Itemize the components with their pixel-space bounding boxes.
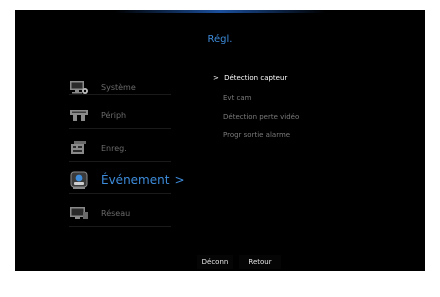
sidebar-item-label: Système	[101, 82, 136, 92]
submenu-item-detection-perte-video[interactable]: Détection perte vidéo	[223, 113, 299, 121]
menu-divider	[69, 94, 171, 95]
menu-divider	[69, 226, 171, 227]
sidebar-item-label: Réseau	[101, 208, 131, 218]
sidebar-item-systeme[interactable]: Système	[69, 74, 136, 100]
sidebar-item-reseau[interactable]: Réseau	[69, 200, 130, 226]
submenu-item-label: Evt cam	[223, 94, 252, 102]
sidebar-item-periph[interactable]: Périph	[69, 102, 126, 128]
menu-divider	[69, 128, 171, 129]
recording-icon	[69, 138, 89, 158]
sidebar-item-evenement[interactable]: Événement >	[69, 167, 185, 193]
active-marker-icon: >	[174, 173, 185, 187]
network-icon	[69, 203, 89, 223]
page-title: Régl.	[207, 34, 233, 45]
menu-divider	[69, 161, 171, 162]
submenu-item-detection-capteur[interactable]: > Détection capteur	[213, 74, 287, 82]
sidebar-item-enreg[interactable]: Enreg.	[69, 135, 127, 161]
submenu-item-progr-sortie-alarme[interactable]: Progr sortie alarme	[223, 131, 290, 139]
device-icon	[69, 105, 89, 125]
submenu-item-label: Détection capteur	[224, 74, 288, 82]
submenu-item-label: Progr sortie alarme	[223, 131, 291, 139]
top-glow-bar	[115, 10, 325, 13]
chevron-right-icon: >	[213, 74, 219, 82]
sidebar-item-label: Enreg.	[101, 143, 127, 153]
submenu-item-evt-cam[interactable]: Evt cam	[223, 94, 252, 102]
nvr-screen: Régl. Système Périph Enreg. Événement > …	[15, 10, 425, 271]
submenu-item-label: Détection perte vidéo	[223, 113, 300, 121]
menu-divider	[69, 193, 171, 194]
sidebar-item-label: Périph	[101, 110, 127, 120]
back-button[interactable]: Retour	[239, 255, 281, 269]
event-icon	[69, 170, 89, 190]
disconnect-button[interactable]: Déconn	[197, 255, 233, 269]
sidebar-item-label: Événement	[101, 173, 170, 187]
